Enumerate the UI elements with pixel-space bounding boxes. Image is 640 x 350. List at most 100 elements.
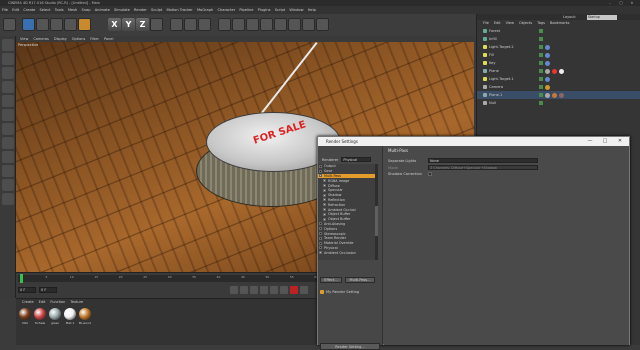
deformer-icon[interactable] <box>274 18 287 31</box>
object-name[interactable]: Plane.1 <box>489 93 539 97</box>
enable-checkbox[interactable] <box>323 208 326 212</box>
visibility-check-icon[interactable] <box>539 29 543 33</box>
material-menu-item[interactable]: Texture <box>70 300 83 304</box>
enable-checkbox[interactable] <box>319 241 322 245</box>
menu-item[interactable]: Script <box>275 8 285 12</box>
visibility-check-icon[interactable] <box>539 37 543 41</box>
object-row[interactable]: Light.Target.1 <box>477 75 640 83</box>
menu-item[interactable]: Plugins <box>258 8 271 12</box>
visibility-check-icon[interactable] <box>539 93 543 97</box>
coordinate-system-icon[interactable] <box>150 18 163 31</box>
object-menu-item[interactable]: Tags <box>537 21 545 25</box>
menu-item[interactable]: Mesh <box>68 8 77 12</box>
object-row[interactable]: Key <box>477 59 640 67</box>
undo-icon[interactable] <box>3 18 16 31</box>
render-settings-icon[interactable] <box>198 18 211 31</box>
material-swatch[interactable]: Mat <box>18 308 32 326</box>
enable-checkbox[interactable] <box>319 169 322 173</box>
object-row[interactable]: Camera <box>477 83 640 91</box>
playhead[interactable] <box>20 274 23 283</box>
enable-checkbox[interactable] <box>323 179 326 183</box>
object-tag-icon[interactable] <box>545 60 550 66</box>
render-picture-viewer-icon[interactable] <box>184 18 197 31</box>
enable-axis-icon[interactable] <box>2 137 14 149</box>
points-mode-icon[interactable] <box>2 95 14 107</box>
visibility-check-icon[interactable] <box>539 101 543 105</box>
object-name[interactable]: Null <box>489 101 539 105</box>
scale-icon[interactable] <box>50 18 63 31</box>
array-icon[interactable] <box>260 18 273 31</box>
object-row[interactable]: Forest <box>477 27 640 35</box>
axis-x-toggle[interactable]: X <box>108 18 121 31</box>
object-menu-item[interactable]: File <box>483 21 489 25</box>
snap-icon[interactable] <box>2 165 14 177</box>
object-row[interactable]: Fill <box>477 51 640 59</box>
live-select-icon[interactable] <box>22 18 35 31</box>
object-name[interactable]: Plane <box>489 69 539 73</box>
viewport-menu-item[interactable]: Display <box>54 37 67 41</box>
visibility-check-icon[interactable] <box>539 69 543 73</box>
render-view-icon[interactable] <box>170 18 183 31</box>
object-tag-icon[interactable] <box>545 44 550 50</box>
menu-item[interactable]: Edit <box>12 8 19 12</box>
enable-checkbox[interactable] <box>319 164 322 168</box>
menu-item[interactable]: Motion Tracker <box>166 8 192 12</box>
object-row[interactable]: Infill <box>477 35 640 43</box>
menu-item[interactable]: Window <box>289 8 303 12</box>
object-menu-item[interactable]: Edit <box>494 21 501 25</box>
current-frame-field[interactable]: 0 F <box>39 287 57 293</box>
dialog-maximize-button[interactable]: □ <box>599 137 611 146</box>
light-icon[interactable] <box>316 18 329 31</box>
enable-checkbox[interactable] <box>319 174 322 178</box>
object-name[interactable]: Light.Target.2 <box>489 45 539 49</box>
polygons-mode-icon[interactable] <box>2 123 14 135</box>
enable-checkbox[interactable] <box>323 198 326 202</box>
material-swatch[interactable]: Mat.1 <box>63 308 77 326</box>
object-tag-icon[interactable] <box>545 68 550 74</box>
object-tag-icon[interactable] <box>545 52 550 58</box>
menu-item[interactable]: Character <box>217 8 235 12</box>
enable-checkbox[interactable] <box>323 212 326 216</box>
autokey-icon[interactable] <box>300 286 308 294</box>
go-to-end-icon[interactable] <box>280 286 288 294</box>
renderer-dropdown[interactable]: Physical <box>341 157 372 162</box>
object-tag-icon[interactable] <box>552 92 557 98</box>
list-scrollbar-thumb[interactable] <box>375 206 378 236</box>
texture-mode-icon[interactable] <box>2 67 14 79</box>
enable-checkbox[interactable] <box>319 232 322 236</box>
object-row[interactable]: Light.Target.2 <box>477 43 640 51</box>
object-row[interactable]: Null <box>477 99 640 107</box>
record-icon[interactable] <box>290 286 298 294</box>
object-row[interactable]: Plane.1 <box>477 91 640 99</box>
model-mode-icon[interactable] <box>2 53 14 65</box>
visibility-check-icon[interactable] <box>539 61 543 65</box>
material-menu-item[interactable]: Create <box>22 300 34 304</box>
object-menu-item[interactable]: Bookmarks <box>550 21 570 25</box>
viewport-menu-item[interactable]: View <box>20 37 28 41</box>
start-frame-field[interactable]: 0 F <box>18 287 36 293</box>
multi-pass-button[interactable]: Multi-Pass... <box>345 277 375 283</box>
object-name[interactable]: Key <box>489 61 539 65</box>
menu-item[interactable]: Create <box>23 8 35 12</box>
previous-key-icon[interactable] <box>240 286 248 294</box>
menu-item[interactable]: File <box>2 8 8 12</box>
object-row[interactable]: Plane <box>477 67 640 75</box>
object-menu-item[interactable]: View <box>506 21 514 25</box>
move-icon[interactable] <box>36 18 49 31</box>
object-menu-item[interactable]: Objects <box>519 21 532 25</box>
separate-lights-dropdown[interactable]: None <box>428 158 538 163</box>
enable-checkbox[interactable] <box>323 203 326 207</box>
material-swatch[interactable]: glass <box>48 308 62 326</box>
menu-item[interactable]: Select <box>40 8 51 12</box>
menu-item[interactable]: Render <box>134 8 147 12</box>
object-name[interactable]: Camera <box>489 85 539 89</box>
viewport-menu-item[interactable]: Cameras <box>33 37 49 41</box>
effect-button[interactable]: Effect... <box>320 277 342 283</box>
render-setting-button[interactable]: Render Setting... <box>320 343 380 350</box>
dialog-minimize-button[interactable]: — <box>584 137 596 146</box>
object-tag-icon[interactable] <box>545 76 550 82</box>
pen-icon[interactable] <box>232 18 245 31</box>
material-swatch[interactable]: forSale <box>33 308 47 326</box>
material-menu-item[interactable]: Edit <box>39 300 46 304</box>
workplane-icon[interactable] <box>2 81 14 93</box>
